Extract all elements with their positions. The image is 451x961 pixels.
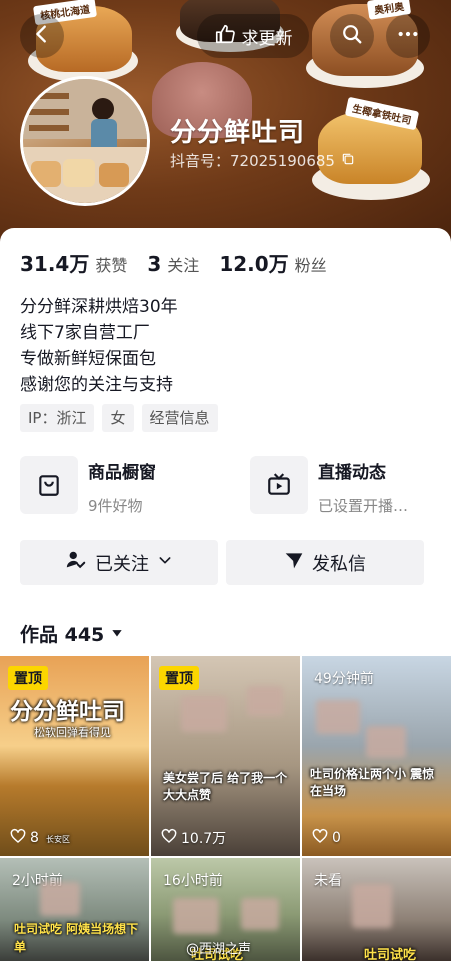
blurred-face [173,898,219,934]
profile-banner: 核桃北海道 奥利奥 生椰拿铁吐司 求更新 分分鲜吐司 抖音号：720251906… [0,0,451,245]
profile-card: 31.4万 获赞 3 关注 12.0万 粉丝 分分鲜深耕烘焙30年 线下7家自营… [0,228,451,961]
feature-title: 商品橱窗 [88,463,156,483]
bio-line: 分分鲜深耕烘焙30年 [20,297,178,317]
profile-nickname: 分分鲜吐司 [170,118,306,148]
like-count-value: 10.7万 [181,831,227,847]
bio-line: 感谢您的关注与支持 [20,375,173,395]
feature-subtitle: 已设置开播… [318,497,409,515]
avatar[interactable] [20,76,150,206]
stat-following[interactable]: 3 关注 [147,252,199,276]
send-message-button[interactable]: 发私信 [226,540,424,585]
bio-line: 线下7家自营工厂 [20,323,150,343]
bio-line: 专做新鲜短保面包 [20,349,156,369]
video-subcaption: 松软回弹看得见 [34,726,111,739]
send-message-label: 发私信 [312,553,366,575]
pinned-badge: 置顶 [8,666,48,690]
stat-followers[interactable]: 12.0万 粉丝 [219,248,326,277]
stat-label: 获赞 [95,256,128,275]
request-update-button[interactable]: 求更新 [197,14,309,58]
more-button[interactable] [386,14,430,58]
blurred-face [366,726,406,758]
watermark: @西湖之声 [186,942,252,957]
blurred-face [40,882,80,916]
chevron-down-icon [157,552,173,573]
blurred-face [181,696,227,732]
profile-tags: IP：浙江 女 经营信息 [20,404,218,432]
like-count: 0 [312,828,341,848]
back-button[interactable] [20,14,64,58]
feature-live-updates[interactable]: 直播动态 已设置开播… [250,456,440,516]
profile-stats: 31.4万 获赞 3 关注 12.0万 粉丝 [20,248,327,277]
feature-title: 直播动态 [318,463,386,483]
search-button[interactable] [330,14,374,58]
blurred-face [316,700,360,734]
more-dots-icon [397,23,419,49]
stat-label: 粉丝 [294,256,327,275]
profile-bio: 分分鲜深耕烘焙30年 线下7家自营工厂 专做新鲜短保面包 感谢您的关注与支持 [20,294,178,398]
video-location: 长安区 [46,835,70,844]
tag-gender: 女 [102,404,134,432]
heart-icon [161,828,177,848]
tv-icon [250,456,308,514]
video-tile[interactable]: 未看 吐司试吃 [302,858,451,961]
post-time: 未看 [314,873,342,889]
douyin-id: 抖音号：72025190685 [170,150,355,171]
video-caption: 美女尝了后 给了我一个大大点赞 [163,771,288,802]
stat-number: 31.4万 [20,252,90,276]
video-caption: 吐司价格让两个小 震惊在当场 [310,767,435,798]
tag-business-info[interactable]: 经营信息 [141,404,218,432]
video-caption: 吐司试吃 阿姨当场想下单 [14,922,139,954]
stat-number: 12.0万 [219,252,289,276]
feature-subtitle: 9件好物 [88,497,143,515]
works-title: 作品 445 [20,624,105,646]
video-tile[interactable]: 置顶 分分鲜吐司 松软回弹看得见 长安区 8 [0,656,149,856]
douyin-id-text: 抖音号：72025190685 [170,152,335,170]
copy-icon[interactable] [341,152,355,170]
like-count: 8 [10,828,39,848]
pinned-badge: 置顶 [159,666,199,690]
feature-entries: 商品橱窗 9件好物 直播动态 已设置开播… [20,456,440,516]
chevron-left-icon [31,23,53,49]
video-caption: 分分鲜吐司 [10,699,125,725]
video-tile[interactable]: 2小时前 吐司试吃 阿姨当场想下单 [0,858,149,961]
search-icon [341,23,363,49]
video-tile[interactable]: 49分钟前 吐司价格让两个小 震惊在当场 0 [302,656,451,856]
works-tab[interactable]: 作品 445 [20,620,124,647]
shopping-bag-icon [20,456,78,514]
blurred-face [352,884,392,928]
like-count: 10.7万 [161,828,226,848]
profile-actions: 已关注 发私信 [20,540,424,585]
followed-label: 已关注 [95,553,149,575]
heart-icon [312,828,328,848]
followed-button[interactable]: 已关注 [20,540,218,585]
video-tile[interactable]: 置顶 美女尝了后 给了我一个大大点赞 10.7万 [151,656,300,856]
post-time: 16小时前 [163,873,223,889]
like-count-value: 8 [30,830,39,846]
post-time: 49分钟前 [314,671,374,687]
send-icon [284,550,304,575]
stat-likes[interactable]: 31.4万 获赞 [20,248,127,277]
caret-down-icon [110,623,124,645]
stat-label: 关注 [167,256,200,275]
stat-number: 3 [147,252,162,276]
video-caption: 吐司试吃 [364,948,417,961]
blurred-face [247,686,283,716]
thumbs-up-icon [214,23,236,50]
request-update-label: 求更新 [241,28,293,49]
feature-shop-window[interactable]: 商品橱窗 9件好物 [20,456,210,516]
blurred-face [241,898,279,930]
bakery-avatar-image [23,79,147,203]
user-check-icon [65,549,87,576]
like-count-value: 0 [332,830,341,846]
heart-icon [10,828,26,848]
tag-ip-location: IP：浙江 [20,404,95,432]
